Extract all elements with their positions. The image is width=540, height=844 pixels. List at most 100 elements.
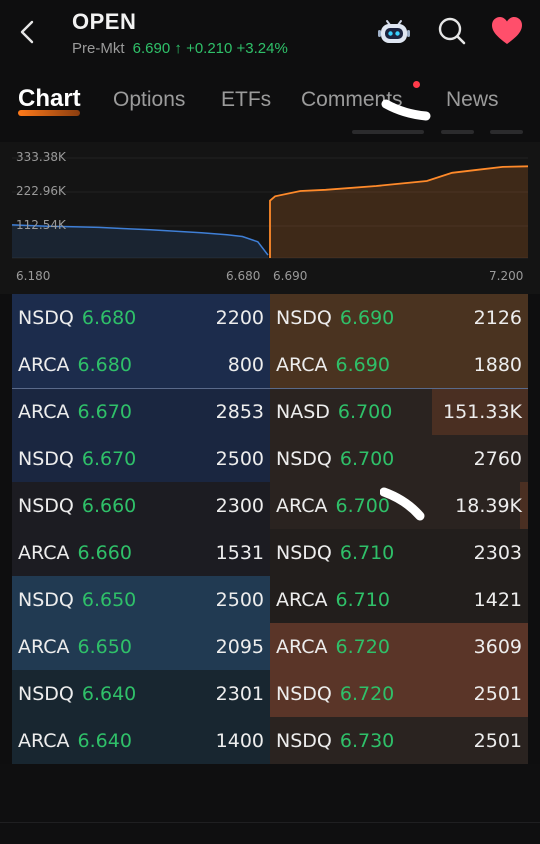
x-axis-label-bid-high: 6.680 — [226, 269, 261, 283]
bid-price: 6.650 — [77, 635, 132, 658]
bid-price: 6.640 — [77, 729, 132, 752]
bid-row[interactable]: NSDQ 6.660 2300 — [12, 482, 270, 529]
ask-row[interactable]: NSDQ 6.700 2760 — [270, 435, 528, 482]
ask-size: 2760 — [473, 447, 522, 470]
ask-exchange: ARCA — [276, 588, 328, 611]
bid-exchange: ARCA — [18, 353, 70, 376]
bid-exchange: NSDQ — [18, 682, 74, 705]
notification-dot — [413, 81, 420, 88]
bid-exchange: ARCA — [18, 400, 70, 423]
up-arrow-icon: ↑ — [174, 40, 182, 57]
bottom-divider — [0, 822, 540, 823]
subtab-placeholder-3 — [490, 130, 523, 134]
ask-size: 1421 — [473, 588, 522, 611]
bid-row[interactable]: NSDQ 6.650 2500 — [12, 576, 270, 623]
bid-row[interactable]: ARCA 6.660 1531 — [12, 529, 270, 576]
bid-price: 6.660 — [81, 494, 137, 517]
bid-size: 2500 — [215, 447, 264, 470]
premarket-change: +0.210 — [186, 40, 233, 57]
ask-row[interactable]: NASD 6.700 151.33K — [270, 388, 528, 435]
robot-assistant-icon[interactable] — [377, 14, 411, 48]
tab-options[interactable]: Options — [113, 88, 185, 112]
bid-exchange: NSDQ — [18, 494, 74, 517]
ask-price: 6.730 — [339, 729, 395, 752]
ask-size: 2303 — [473, 541, 522, 564]
bid-size: 2853 — [215, 400, 264, 423]
bid-price: 6.670 — [77, 400, 132, 423]
ask-row[interactable]: NSDQ 6.720 2501 — [270, 670, 528, 717]
header: OPEN Pre-Mkt 6.690 ↑ +0.210 +3.24% — [0, 0, 540, 70]
bid-row[interactable]: ARCA 6.680 800 — [12, 341, 270, 388]
premarket-label: Pre-Mkt — [72, 40, 125, 57]
tab-bar: Chart Options ETFs Comments News — [0, 84, 540, 124]
bid-size: 2300 — [215, 494, 264, 517]
ask-price: 6.720 — [335, 635, 390, 658]
bid-price: 6.680 — [81, 306, 137, 329]
search-icon[interactable] — [435, 14, 469, 48]
bid-price: 6.670 — [81, 447, 137, 470]
ask-size: 2501 — [473, 729, 522, 752]
depth-chart-plot — [11, 157, 529, 259]
ask-row[interactable]: NSDQ 6.690 2126 — [270, 294, 528, 341]
bid-size: 2095 — [215, 635, 264, 658]
ask-exchange: ARCA — [276, 635, 328, 658]
bid-row[interactable]: ARCA 6.670 2853 — [12, 388, 270, 435]
ask-row[interactable]: ARCA 6.710 1421 — [270, 576, 528, 623]
ask-price: 6.700 — [339, 447, 395, 470]
ask-exchange: NSDQ — [276, 306, 332, 329]
ask-price: 6.700 — [337, 400, 393, 423]
ask-row[interactable]: NSDQ 6.710 2303 — [270, 529, 528, 576]
bid-exchange: ARCA — [18, 635, 70, 658]
ask-row[interactable]: NSDQ 6.730 2501 — [270, 717, 528, 764]
bottom-area — [0, 764, 540, 844]
bid-size: 1400 — [215, 729, 264, 752]
ask-exchange: NSDQ — [276, 729, 332, 752]
bid-price: 6.640 — [81, 682, 137, 705]
ask-exchange: NSDQ — [276, 682, 332, 705]
bid-row[interactable]: NSDQ 6.640 2301 — [12, 670, 270, 717]
ask-row[interactable]: ARCA 6.690 1880 — [270, 341, 528, 388]
tab-chart[interactable]: Chart — [18, 85, 81, 113]
bid-price: 6.650 — [81, 588, 137, 611]
ask-depth-area — [270, 166, 528, 258]
bid-row[interactable]: ARCA 6.650 2095 — [12, 623, 270, 670]
ask-exchange: NASD — [276, 400, 330, 423]
tab-news[interactable]: News — [446, 88, 499, 112]
x-axis-label-ask-low: 6.690 — [273, 269, 308, 283]
ask-exchange: NSDQ — [276, 447, 332, 470]
bid-row[interactable]: NSDQ 6.670 2500 — [12, 435, 270, 482]
ask-exchange: NSDQ — [276, 541, 332, 564]
ask-exchange: ARCA — [276, 494, 328, 517]
ask-size: 3609 — [473, 635, 522, 658]
y-axis-label-mid: 222.96K — [16, 184, 66, 198]
bid-exchange: NSDQ — [18, 447, 74, 470]
watchlist-heart-icon[interactable] — [490, 14, 524, 48]
ask-size: 2501 — [473, 682, 522, 705]
premarket-change-pct: +3.24% — [236, 40, 288, 57]
bid-row[interactable]: NSDQ 6.680 2200 — [12, 294, 270, 341]
y-axis-label-low: 112.54K — [16, 218, 66, 232]
active-tab-indicator — [18, 110, 80, 116]
ask-price: 6.710 — [339, 541, 395, 564]
ask-size: 18.39K — [455, 494, 522, 517]
back-arrow-icon[interactable] — [14, 18, 42, 46]
tab-etfs[interactable]: ETFs — [221, 88, 271, 112]
redaction-scribble — [381, 99, 431, 121]
ask-size: 151.33K — [443, 400, 522, 423]
premarket-quote: Pre-Mkt 6.690 ↑ +0.210 +3.24% — [72, 40, 288, 57]
ask-price: 6.710 — [335, 588, 390, 611]
subtab-placeholder-2 — [441, 130, 474, 134]
ask-row[interactable]: ARCA 6.720 3609 — [270, 623, 528, 670]
ask-size: 1880 — [473, 353, 522, 376]
bid-size: 2500 — [215, 588, 264, 611]
ask-exchange: ARCA — [276, 353, 328, 376]
ask-price: 6.720 — [339, 682, 395, 705]
bid-row[interactable]: ARCA 6.640 1400 — [12, 717, 270, 764]
depth-chart: 333.38K 222.96K 112.54K 6.180 6.680 6.69… — [0, 142, 540, 294]
bid-size: 2301 — [215, 682, 264, 705]
bid-exchange: NSDQ — [18, 306, 74, 329]
x-axis-label-ask-high: 7.200 — [489, 269, 524, 283]
ask-price: 6.690 — [339, 306, 395, 329]
ticker-symbol: OPEN — [72, 9, 137, 34]
redaction-scribble — [380, 487, 425, 521]
